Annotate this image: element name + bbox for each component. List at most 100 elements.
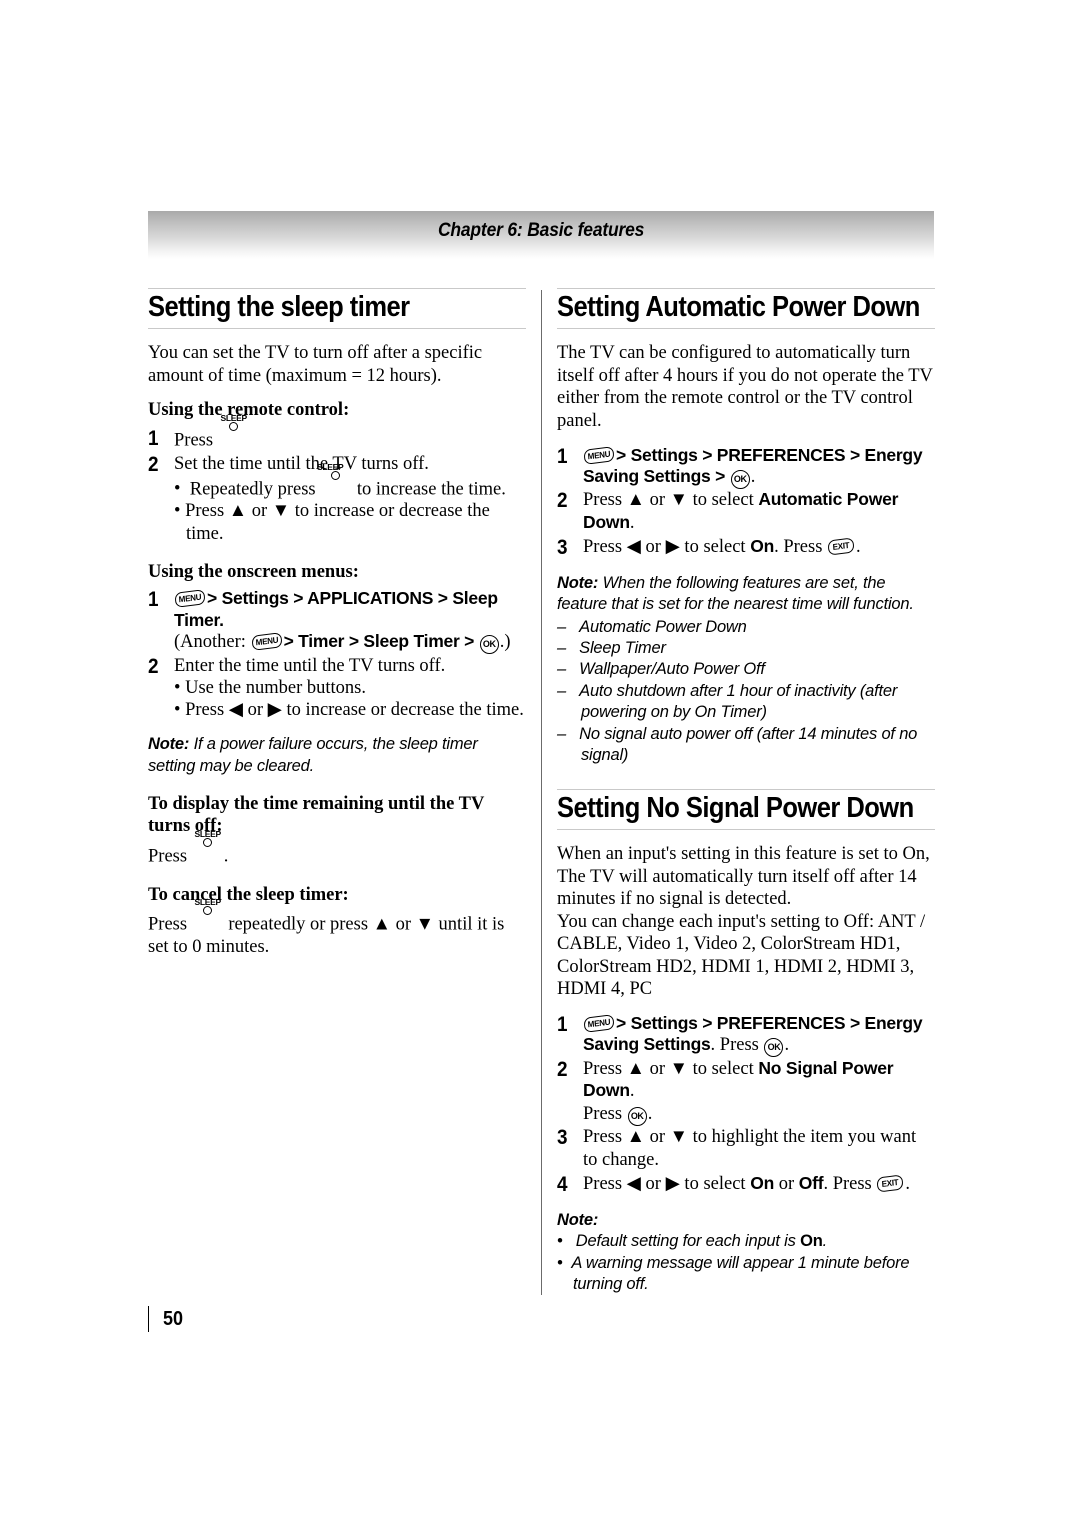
section-heading-sleep-timer: Setting the sleep timer bbox=[148, 288, 526, 330]
list-item: Auto shutdown after 1 hour of inactivity… bbox=[557, 681, 935, 724]
bullet-item: Press ◀ or ▶ to increase or decrease the… bbox=[174, 699, 526, 721]
step-item: 2 Press ▲ or ▼ to select No Signal Power… bbox=[557, 1058, 935, 1126]
display-time-instruction: Press SLEEP . bbox=[148, 830, 526, 868]
step-item: 2 Set the time until the TV turns off. R… bbox=[148, 453, 526, 545]
press-period: . bbox=[647, 1103, 653, 1124]
page-number: 50 bbox=[163, 1307, 184, 1330]
step2-bullets: Repeatedly press SLEEP to increase the t… bbox=[174, 463, 526, 545]
section-heading-no-signal-power-down: Setting No Signal Power Down bbox=[557, 788, 935, 830]
list-item: Default setting for each input is On. bbox=[557, 1231, 935, 1252]
ok-icon-label: OK bbox=[630, 1110, 644, 1121]
step-text-post: . bbox=[905, 1173, 910, 1194]
step-number: 1 bbox=[148, 588, 159, 612]
note-no-signal: Note: bbox=[557, 1210, 935, 1231]
step-text-post: . bbox=[629, 1081, 635, 1102]
menu-path: > Settings > APPLICATIONS > Sleep Timer. bbox=[174, 588, 498, 630]
menu-icon-label: MENU bbox=[587, 1016, 611, 1030]
step-item: 2 Press ▲ or ▼ to select Automatic Power… bbox=[557, 489, 935, 534]
step-number: 1 bbox=[557, 1012, 568, 1036]
note-label: Note: bbox=[148, 735, 190, 754]
auto-power-down-steps: 1 MENU > Settings > PREFERENCES > Energy… bbox=[557, 445, 935, 561]
menu-icon[interactable]: MENU bbox=[583, 445, 615, 465]
step2-line: Enter the time until the TV turns off. bbox=[174, 655, 446, 676]
another-path: > Timer > Sleep Timer > bbox=[283, 630, 475, 651]
step-text: Enter the time until the TV turns off. U… bbox=[174, 655, 526, 722]
step-item: 4 Press ◀ or ▶ to select On or Off. Pres… bbox=[557, 1173, 935, 1198]
list-item-post: . bbox=[822, 1232, 828, 1251]
step-number: 3 bbox=[557, 535, 568, 559]
bullet-item: Use the number buttons. bbox=[174, 677, 526, 699]
step-item: 1 MENU > Settings > PREFERENCES > Energy… bbox=[557, 1012, 935, 1058]
cancel-sleep-instruction: Press SLEEP repeatedly or press ▲ or ▼ u… bbox=[148, 898, 526, 959]
press-period: . bbox=[223, 846, 229, 867]
menu-icon[interactable]: MENU bbox=[583, 1014, 615, 1033]
note-no-signal-list: Default setting for each input is On. A … bbox=[557, 1231, 935, 1295]
step-number: 4 bbox=[557, 1172, 568, 1196]
no-signal-steps: 1 MENU > Settings > PREFERENCES > Energy… bbox=[557, 1013, 935, 1197]
exit-icon[interactable]: EXIT bbox=[876, 1174, 904, 1193]
sleep-icon-ring bbox=[331, 470, 341, 480]
step-item: 3 Press ▲ or ▼ to highlight the item you… bbox=[557, 1126, 935, 1171]
heading-text: Setting Automatic Power Down bbox=[557, 291, 920, 323]
another-close: .) bbox=[499, 631, 511, 652]
note-label: Note: bbox=[557, 1211, 599, 1230]
step-text-mid: . Press bbox=[774, 536, 828, 557]
left-column: Setting the sleep timer You can set the … bbox=[148, 288, 526, 959]
press-label: Press bbox=[583, 1103, 627, 1124]
step2-line: Set the time until the TV turns off. bbox=[174, 454, 429, 475]
note-feature-priority: Note: When the following features are se… bbox=[557, 573, 935, 615]
step-text: Set the time until the TV turns off. Rep… bbox=[174, 453, 526, 545]
footer-rule bbox=[148, 1306, 149, 1332]
step-text: Press ◀ or ▶ to select On or Off. Press … bbox=[583, 1173, 935, 1196]
ok-icon[interactable]: OK bbox=[627, 1106, 647, 1126]
sleep-icon-ring bbox=[228, 422, 238, 431]
menu-icon[interactable]: MENU bbox=[174, 589, 206, 609]
list-item: Sleep Timer bbox=[557, 638, 935, 659]
step-text-pre: Press ◀ or ▶ to select bbox=[583, 1173, 751, 1194]
step-end: . bbox=[784, 1035, 790, 1056]
ok-icon-label: OK bbox=[733, 473, 747, 484]
step-number: 1 bbox=[557, 444, 568, 468]
step-number: 2 bbox=[557, 1057, 568, 1081]
step-text: Press ▲ or ▼ to select Automatic Power D… bbox=[583, 489, 935, 534]
step-number: 3 bbox=[557, 1126, 568, 1150]
step-text-bold: On bbox=[750, 535, 775, 556]
note-feature-list: Automatic Power Down Sleep Timer Wallpap… bbox=[557, 617, 935, 767]
sleep-icon[interactable]: SLEEP bbox=[193, 898, 223, 930]
sleep-icon[interactable]: SLEEP bbox=[219, 414, 249, 446]
menu-icon[interactable]: MENU bbox=[251, 632, 282, 651]
step-number: 2 bbox=[148, 453, 159, 477]
onscreen-steps: 1 MENU > Settings > APPLICATIONS > Sleep… bbox=[148, 588, 526, 721]
list-item: Automatic Power Down bbox=[557, 617, 935, 638]
step-number: 2 bbox=[148, 654, 159, 678]
exit-icon[interactable]: EXIT bbox=[827, 537, 855, 556]
sleep-icon[interactable]: SLEEP bbox=[317, 463, 351, 495]
press-label: Press bbox=[174, 430, 214, 451]
manual-page: Chapter 6: Basic features Setting the sl… bbox=[0, 0, 1080, 1528]
step-text-post: . bbox=[856, 536, 861, 557]
bullet-item: Press ▲ or ▼ to increase or decrease the… bbox=[174, 500, 526, 544]
ok-icon[interactable]: OK bbox=[730, 469, 750, 489]
list-item-pre: Default setting for each input is bbox=[575, 1232, 801, 1251]
bullet-item: Repeatedly press SLEEP to increase the t… bbox=[174, 463, 526, 501]
step-end: . bbox=[750, 466, 756, 487]
sleep-icon[interactable]: SLEEP bbox=[193, 830, 223, 862]
step-text-bold: Off bbox=[798, 1172, 824, 1193]
ok-icon-label: OK bbox=[767, 1042, 781, 1053]
step-text-pre: Press ▲ or ▼ to select bbox=[583, 490, 759, 511]
step-item: 1 MENU > Settings > PREFERENCES > Energy… bbox=[557, 445, 935, 489]
step-item: 3 Press ◀ or ▶ to select On. Press EXIT … bbox=[557, 536, 935, 561]
note-label: Note: bbox=[557, 574, 599, 593]
chapter-header-title: Chapter 6: Basic features bbox=[437, 219, 645, 241]
note-text: When the following features are set, the… bbox=[557, 574, 914, 614]
list-item: A warning message will appear 1 minute b… bbox=[557, 1253, 935, 1296]
exit-icon-label: EXIT bbox=[832, 539, 850, 552]
bullet-text-post: to increase the time. bbox=[356, 479, 506, 500]
subhead-using-onscreen-menus: Using the onscreen menus: bbox=[148, 561, 359, 582]
auto-power-down-intro: The TV can be configured to automaticall… bbox=[557, 343, 933, 431]
ok-icon[interactable]: OK bbox=[764, 1038, 784, 1058]
step-text-mid: or bbox=[774, 1173, 799, 1194]
note-power-failure: Note: If a power failure occurs, the sle… bbox=[148, 734, 526, 776]
ok-icon[interactable]: OK bbox=[479, 634, 499, 654]
another-open: (Another: bbox=[174, 631, 246, 652]
